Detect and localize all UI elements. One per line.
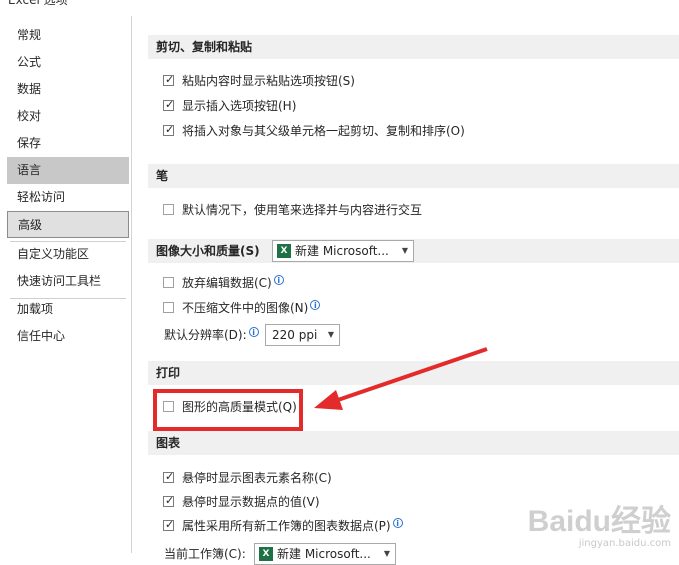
watermark-logo: Baidu经验: [527, 505, 671, 538]
watermark-url: jingyan.baidu.com: [578, 538, 671, 549]
annotation-arrow-head: [314, 390, 343, 410]
annotation-arrow-shaft: [331, 347, 488, 404]
annotation-arrow: [314, 347, 488, 410]
baidu-watermark: Baidu经验 jingyan.baidu.com: [527, 505, 671, 550]
